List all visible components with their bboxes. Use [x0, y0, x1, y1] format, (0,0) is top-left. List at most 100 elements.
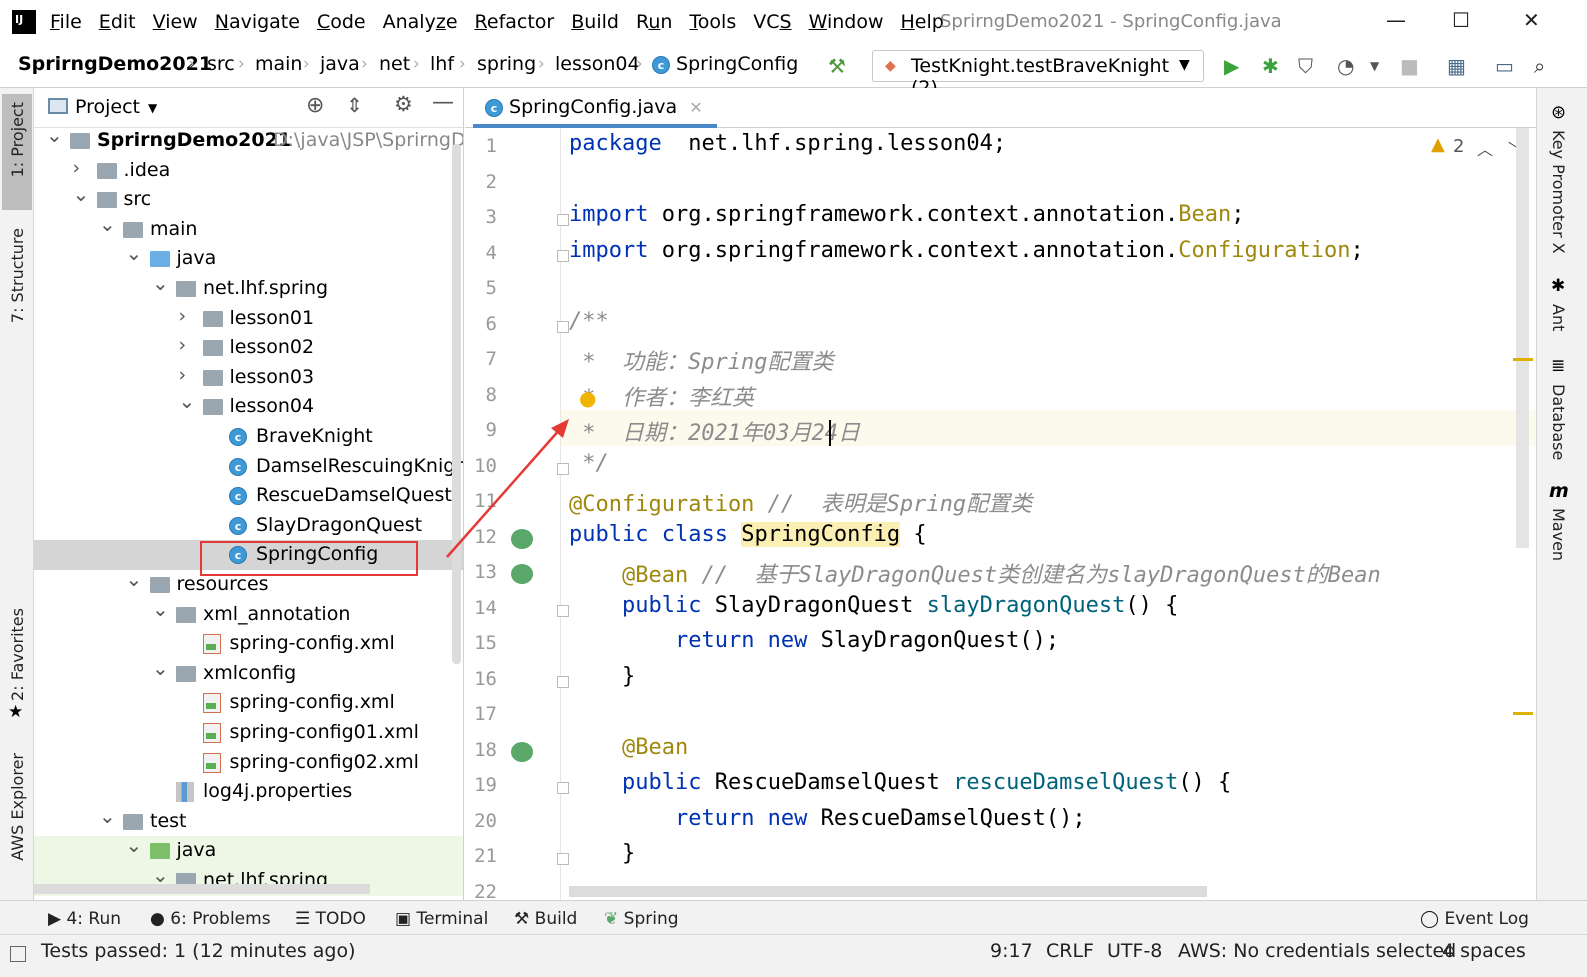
chevron-down-icon[interactable]: ⌄: [126, 833, 143, 857]
spring-bean-icon[interactable]: [511, 741, 533, 762]
debug-icon[interactable]: ✱: [1262, 54, 1279, 78]
fold-marker-icon[interactable]: [557, 462, 569, 475]
tab-problems[interactable]: ● 6: Problems: [150, 909, 271, 929]
tree-item[interactable]: ⌄ java: [34, 833, 463, 867]
menu-item[interactable]: Edit: [99, 11, 136, 33]
tree-item[interactable]: ⌄ src: [34, 182, 463, 215]
fold-marker-icon[interactable]: [557, 249, 569, 262]
chevron-down-icon[interactable]: ▼: [148, 101, 157, 115]
lightbulb-icon[interactable]: ●: [579, 386, 596, 410]
tab-springconfig-java[interactable]: c SpringConfig.java ✕: [473, 88, 717, 128]
build-hammer-icon[interactable]: ⚒: [828, 54, 846, 78]
breadcrumb-lesson04[interactable]: lesson04: [555, 53, 640, 75]
maximize-button[interactable]: ☐: [1452, 8, 1470, 32]
chevron-down-icon[interactable]: ⌄: [126, 241, 143, 265]
tree-item[interactable]: spring-config01.xml: [34, 718, 463, 748]
chevron-down-icon[interactable]: ⌄: [152, 271, 169, 295]
warning-icon[interactable]: ▲: [1431, 134, 1445, 155]
tree-item[interactable]: spring-config.xml: [34, 629, 463, 659]
chevron-down-icon[interactable]: ⌄: [73, 182, 90, 206]
chevron-right-icon[interactable]: ›: [73, 157, 81, 179]
menu-item[interactable]: Tools: [689, 11, 736, 33]
tree-item[interactable]: c DamselRescuingKnight: [34, 452, 463, 482]
menu-item[interactable]: Refactor: [475, 11, 555, 33]
project-structure-icon[interactable]: ▦: [1447, 54, 1466, 78]
presentation-icon[interactable]: ▭: [1495, 54, 1514, 78]
tree-item[interactable]: spring-config.xml: [34, 688, 463, 718]
breadcrumb-lhf[interactable]: lhf: [430, 53, 454, 75]
menu-item[interactable]: Code: [317, 11, 366, 33]
chevron-right-icon[interactable]: ›: [179, 334, 187, 356]
fold-marker-icon[interactable]: [557, 675, 569, 688]
tree-item[interactable]: log4j.properties: [34, 777, 463, 807]
tab-build[interactable]: ⚒ Build: [514, 909, 577, 929]
tab-aws-explorer[interactable]: AWS Explorer: [8, 753, 27, 861]
minimize-button[interactable]: —: [1386, 8, 1406, 32]
warning-stripe-marker[interactable]: [1513, 712, 1533, 715]
tab-spring[interactable]: ❦ Spring: [604, 909, 679, 929]
fold-marker-icon[interactable]: [557, 604, 569, 617]
editor-scrollbar[interactable]: [1516, 128, 1529, 548]
tree-item[interactable]: c BraveKnight: [34, 422, 463, 452]
menu-item[interactable]: Build: [571, 11, 619, 33]
collapse-all-icon[interactable]: ⇕: [346, 93, 363, 117]
tab-terminal[interactable]: ▣ Terminal: [395, 909, 488, 929]
fold-marker-icon[interactable]: [557, 782, 569, 794]
previous-highlight-icon[interactable]: ︿: [1477, 136, 1493, 160]
tab-key-promoter[interactable]: Key Promoter X: [1549, 130, 1568, 254]
tree-item[interactable]: ⌄ xmlconfig: [34, 656, 463, 689]
chevron-down-icon[interactable]: ▼: [1370, 59, 1379, 73]
menu-item[interactable]: Run: [636, 11, 672, 33]
tree-item[interactable]: › lesson01: [34, 304, 463, 334]
tree-horizontal-scrollbar[interactable]: [34, 884, 370, 894]
line-separator[interactable]: CRLF: [1046, 940, 1094, 962]
menu-item[interactable]: Help: [900, 11, 943, 33]
chevron-down-icon[interactable]: ⌄: [179, 389, 196, 413]
menu-item[interactable]: Analyze: [383, 11, 458, 33]
breadcrumb-spring[interactable]: spring: [477, 53, 536, 75]
tab-ant[interactable]: Ant: [1549, 304, 1568, 331]
close-tab-icon[interactable]: ✕: [689, 98, 702, 117]
caret-position[interactable]: 9:17: [990, 940, 1033, 962]
tab-event-log[interactable]: ◯ Event Log: [1420, 909, 1529, 929]
run-configuration-select[interactable]: ◆ TestKnight.testBraveKnight (2) ▼: [872, 50, 1204, 99]
locate-target-icon[interactable]: ⊕: [306, 93, 324, 118]
tab-maven[interactable]: Maven: [1549, 508, 1568, 561]
warning-stripe-marker[interactable]: [1513, 358, 1533, 361]
aws-connection-status[interactable]: AWS: No credentials selected: [1178, 940, 1456, 962]
menu-item[interactable]: File: [50, 11, 82, 33]
menu-item[interactable]: VCS: [753, 11, 791, 33]
tree-item[interactable]: ⌄ test: [34, 804, 463, 837]
coverage-icon[interactable]: ⛉: [1298, 54, 1313, 78]
tests-status[interactable]: Tests passed: 1 (12 minutes ago): [41, 940, 356, 962]
chevron-down-icon[interactable]: ⌄: [99, 212, 116, 236]
chevron-right-icon[interactable]: ›: [179, 305, 187, 327]
tree-item[interactable]: ⌄ SprirngDemo2021D:\java\JSP\SprirngDemo2…: [34, 123, 463, 156]
stop-icon[interactable]: ■: [1400, 54, 1419, 78]
fold-marker-icon[interactable]: [557, 320, 569, 333]
chevron-down-icon[interactable]: ⌄: [152, 656, 169, 680]
indent-settings[interactable]: 4 spaces: [1442, 940, 1526, 962]
fold-marker-icon[interactable]: [557, 853, 569, 865]
breadcrumb-project[interactable]: SprirngDemo2021: [18, 53, 212, 75]
toggle-tool-windows-icon[interactable]: [10, 946, 26, 962]
spring-bean-class-icon[interactable]: [511, 528, 533, 549]
tree-item[interactable]: ⌄ java: [34, 241, 463, 274]
editor-horizontal-scrollbar[interactable]: [569, 886, 1207, 897]
tab-run[interactable]: ▶ 4: Run: [48, 909, 121, 929]
tree-scrollbar[interactable]: [452, 144, 461, 664]
gear-icon[interactable]: ⚙: [394, 92, 413, 116]
tree-item[interactable]: c RescueDamselQuest: [34, 481, 463, 511]
tree-item[interactable]: ⌄ net.lhf.spring: [34, 271, 463, 304]
tree-item[interactable]: ⌄ xml_annotation: [34, 597, 463, 630]
fold-marker-icon[interactable]: [557, 214, 569, 226]
menu-item[interactable]: Navigate: [215, 11, 300, 33]
tree-item[interactable]: spring-config02.xml: [34, 748, 463, 778]
breadcrumb-java[interactable]: java: [320, 53, 360, 75]
tree-item[interactable]: ⌄ lesson04: [34, 389, 463, 422]
chevron-down-icon[interactable]: ⌄: [46, 123, 63, 147]
tree-item[interactable]: › lesson03: [34, 363, 463, 393]
breadcrumb-springconfig[interactable]: c SpringConfig: [652, 53, 798, 75]
tab-favorites[interactable]: 2: Favorites: [8, 608, 27, 701]
chevron-down-icon[interactable]: ⌄: [126, 567, 143, 591]
